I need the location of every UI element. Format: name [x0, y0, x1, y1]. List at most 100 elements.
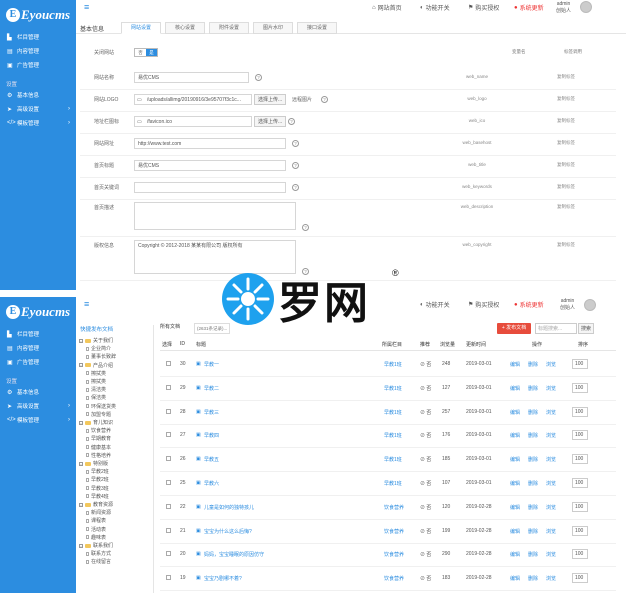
system-update-link[interactable]: ● 系统更新	[514, 3, 544, 13]
tab-3[interactable]: 图片水印	[253, 22, 293, 34]
tree-node[interactable]: 早教4班	[86, 493, 109, 500]
tab-4[interactable]: 接口设置	[297, 22, 337, 34]
help-icon[interactable]: ?	[302, 224, 309, 231]
article-title-link[interactable]: 儿童是如何的独特孩儿	[204, 504, 254, 511]
article-title-link[interactable]: 早教一	[204, 361, 219, 368]
tree-node[interactable]: − 特别版	[79, 460, 108, 467]
edit-link[interactable]: 编辑	[510, 480, 520, 487]
sidebar-item[interactable]: ▤ 内容管理	[0, 44, 76, 58]
tree-node[interactable]: − 联系我们	[79, 542, 113, 549]
tree-node[interactable]: 早教2班	[86, 476, 109, 483]
sidebar-item[interactable]: ➤ 高级设置 ›	[0, 102, 76, 116]
category-link[interactable]: 饮食营养	[384, 551, 404, 558]
row-checkbox[interactable]	[166, 551, 171, 557]
tab-2[interactable]: 附件设置	[209, 22, 249, 34]
sidebar-item[interactable]: ⚙ 基本信息	[0, 385, 76, 399]
tree-node[interactable]: 在线留言	[86, 558, 111, 565]
help-icon[interactable]: ?	[292, 184, 299, 191]
view-link[interactable]: 浏览	[546, 385, 556, 392]
edit-link[interactable]: 编辑	[510, 361, 520, 368]
help-icon[interactable]: ?	[292, 162, 299, 169]
view-link[interactable]: 浏览	[546, 575, 556, 582]
recommend-status[interactable]: ⊘ 否	[420, 480, 431, 487]
add-article-button[interactable]: + 发布文档	[497, 323, 531, 334]
tree-node[interactable]: 健康基本	[86, 444, 111, 451]
upload-button[interactable]: 选择上传...	[254, 116, 287, 127]
close-site-toggle[interactable]: 否 是	[134, 48, 158, 57]
category-link[interactable]: 饮食营养	[384, 504, 404, 511]
recommend-status[interactable]: ⊘ 否	[420, 361, 431, 368]
menu-toggle-icon[interactable]: ≡	[84, 2, 89, 12]
recommend-status[interactable]: ⊘ 否	[420, 432, 431, 439]
row-checkbox[interactable]	[166, 384, 171, 390]
field-input[interactable]: 易优CMS	[134, 160, 286, 171]
delete-link[interactable]: 删除	[528, 528, 538, 535]
copy-tag-link[interactable]: 复制标签	[557, 204, 575, 210]
search-button[interactable]: 搜索	[578, 323, 594, 334]
sidebar-item[interactable]: ▙ 栏目管理	[0, 327, 76, 341]
tab-1[interactable]: 核心设置	[165, 22, 205, 34]
buy-license-link[interactable]: ⚑ 购买授权	[468, 3, 499, 12]
sort-input[interactable]: 100	[572, 501, 588, 512]
avatar[interactable]	[580, 1, 592, 13]
tree-node[interactable]: 饮食营养	[86, 427, 111, 434]
copy-tag-link[interactable]: 复制标签	[557, 242, 575, 248]
delete-link[interactable]: 删除	[528, 456, 538, 463]
recommend-status[interactable]: ⊘ 否	[420, 456, 431, 463]
article-title-link[interactable]: 宝宝为什么这么后悔?	[204, 528, 252, 535]
brand-logo[interactable]: E Eyoucms	[0, 297, 76, 327]
breadcrumb[interactable]: 所有文档	[160, 323, 180, 330]
edit-link[interactable]: 编辑	[510, 385, 520, 392]
view-link[interactable]: 浏览	[546, 361, 556, 368]
tab-0[interactable]: 网站设置	[121, 22, 161, 34]
field-input[interactable]: http://www.test.com	[134, 138, 286, 149]
tree-node[interactable]: 课程表	[86, 517, 106, 524]
row-checkbox[interactable]	[166, 432, 171, 438]
category-link[interactable]: 早教1班	[384, 480, 402, 487]
category-link[interactable]: 饮食营养	[384, 575, 404, 582]
toggle-off[interactable]: 否	[135, 49, 146, 56]
edit-link[interactable]: 编辑	[510, 504, 520, 511]
category-link[interactable]: 早教1班	[384, 361, 402, 368]
category-link[interactable]: 早教1班	[384, 456, 402, 463]
tree-node[interactable]: 保洁类	[86, 394, 106, 401]
recommend-status[interactable]: ⊘ 否	[420, 504, 431, 511]
tree-node[interactable]: 早期教育	[86, 435, 111, 442]
field-input[interactable]: Copyright © 2012-2018 某某有限公司 版权所有	[134, 240, 296, 274]
func-switch-link[interactable]: ◐ 功能开关	[420, 3, 450, 13]
row-checkbox[interactable]	[166, 575, 171, 581]
delete-link[interactable]: 删除	[528, 504, 538, 511]
tree-node[interactable]: 活动表	[86, 526, 106, 533]
field-input[interactable]	[134, 202, 296, 230]
view-link[interactable]: 浏览	[546, 551, 556, 558]
delete-link[interactable]: 删除	[528, 551, 538, 558]
edit-link[interactable]: 编辑	[510, 528, 520, 535]
tree-node[interactable]: 趣味表	[86, 534, 106, 541]
copy-tag-link[interactable]: 复制标签	[557, 162, 575, 168]
edit-link[interactable]: 编辑	[510, 456, 520, 463]
category-link[interactable]: 早教1班	[384, 432, 402, 439]
edit-link[interactable]: 编辑	[510, 432, 520, 439]
copy-tag-link[interactable]: 复制标签	[557, 140, 575, 146]
row-checkbox[interactable]	[166, 503, 171, 509]
avatar[interactable]	[584, 299, 596, 311]
sort-input[interactable]: 100	[572, 359, 588, 369]
sidebar-item[interactable]: ➤ 高级设置 ›	[0, 399, 76, 413]
view-link[interactable]: 浏览	[546, 480, 556, 487]
recommend-status[interactable]: ⊘ 否	[420, 409, 431, 416]
copy-tag-link[interactable]: 复制标签	[557, 96, 575, 102]
tree-node[interactable]: 企业简介	[86, 345, 111, 352]
tree-node[interactable]: 新闻资源	[86, 509, 111, 516]
article-title-link[interactable]: 早教二	[204, 385, 219, 392]
collapse-icon[interactable]: −	[79, 420, 83, 425]
delete-link[interactable]: 删除	[528, 409, 538, 416]
sort-input[interactable]: 100	[572, 573, 588, 584]
view-link[interactable]: 浏览	[546, 504, 556, 511]
delete-link[interactable]: 删除	[528, 575, 538, 582]
sort-input[interactable]: 100	[572, 430, 588, 441]
tree-node[interactable]: 联系方式	[86, 550, 111, 557]
search-input[interactable]: 标题搜索...	[535, 323, 577, 334]
row-checkbox[interactable]	[166, 480, 171, 485]
sort-input[interactable]: 100	[572, 478, 588, 488]
sidebar-item[interactable]: ▙ 栏目管理	[0, 30, 76, 44]
